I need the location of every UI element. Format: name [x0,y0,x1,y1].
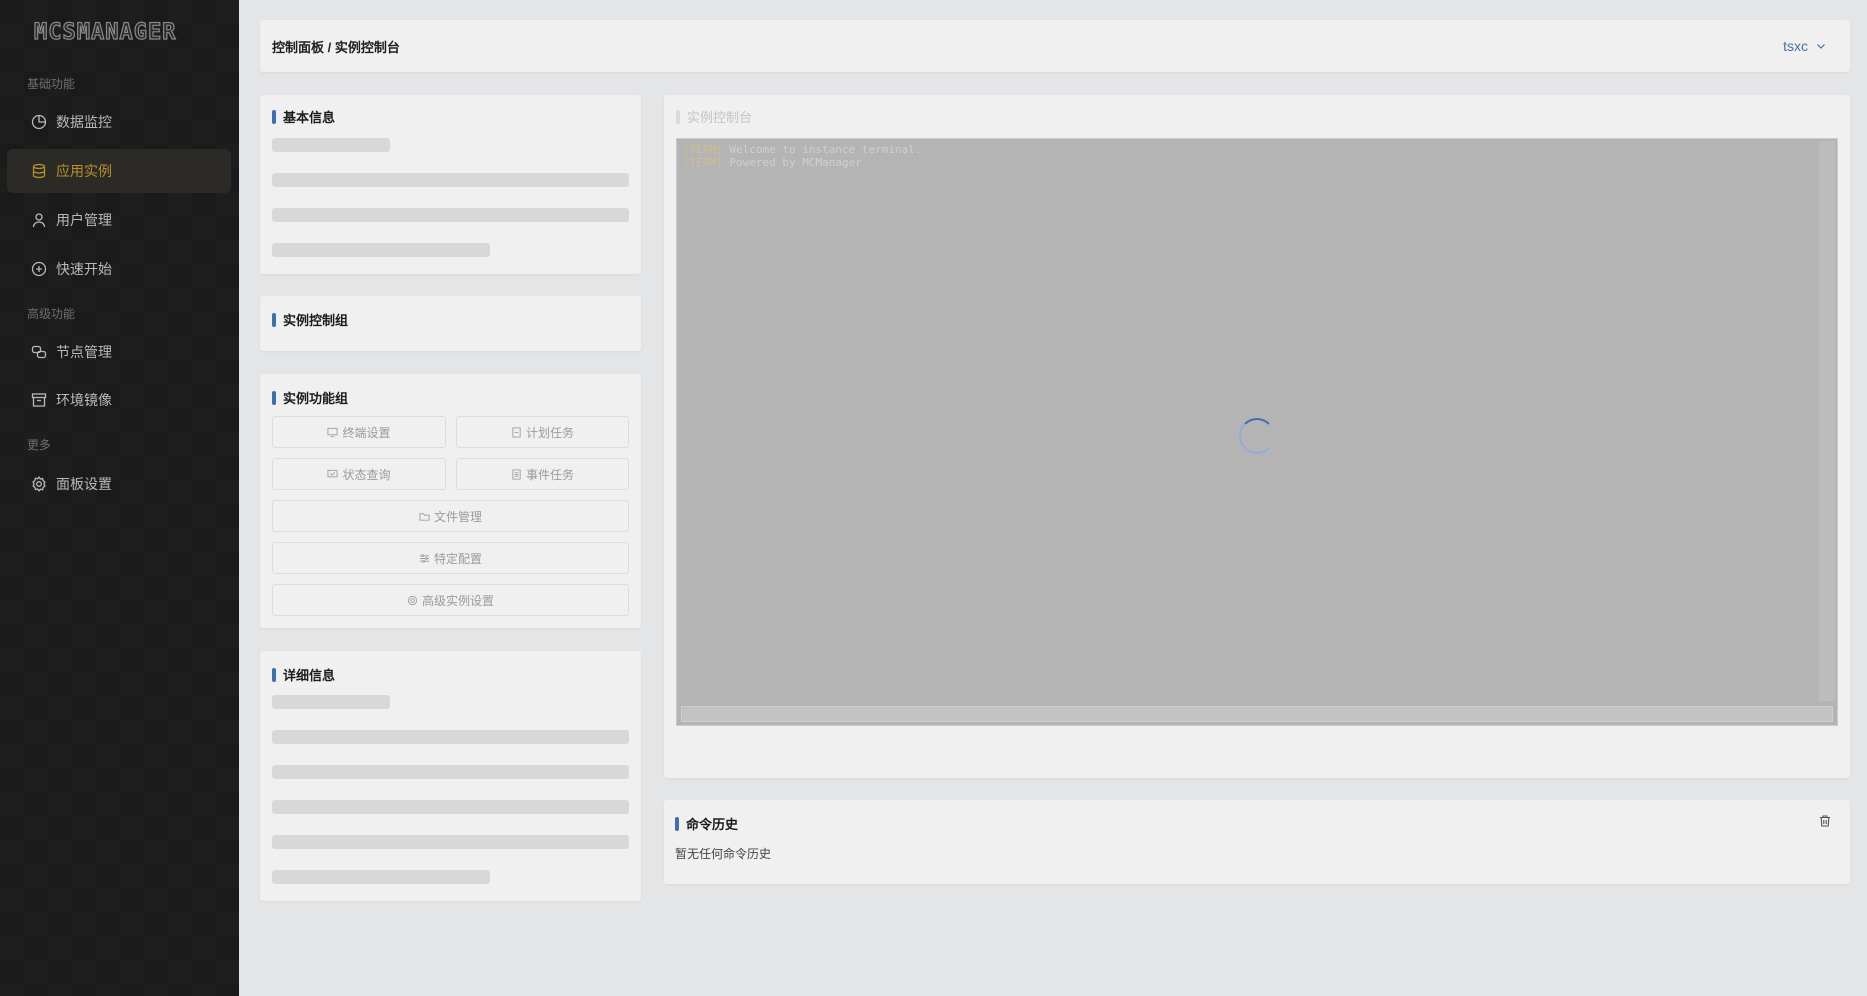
sidebar-item-env-images[interactable]: 环境镜像 [7,378,231,422]
section-title-more: 更多 [27,438,52,452]
skeleton-line [272,765,629,779]
sidebar-item-label: 应用实例 [56,163,112,179]
section-title-advanced: 高级功能 [27,307,76,321]
card-title: 命令历史 [675,814,738,833]
sidebar: MCSMANAGER 基础功能 数据监控 应用实例 用户管理 快速开始 高级功能… [0,0,239,996]
section-title-basic: 基础功能 [27,77,76,91]
sliders-icon [419,553,430,563]
skeleton-line [272,695,390,709]
advanced-settings-button[interactable]: 高级实例设置 [272,584,629,616]
chevron-down-icon [1817,44,1825,49]
status-icon [327,469,339,477]
card-title: 基本信息 [272,107,335,126]
app-logo[interactable]: MCSMANAGER [33,19,206,46]
breadcrumb: 控制面板 / 实例控制台 [272,39,400,55]
history-empty-text: 暂无任何命令历史 [675,847,772,861]
terminal-line: [TERM] Powered by MCManager [683,156,862,169]
pie-chart-icon [31,114,47,130]
card-title: 详细信息 [272,665,335,684]
terminal-scrollbar[interactable] [1819,141,1835,701]
gear-icon [31,476,47,492]
terminal-settings-button[interactable]: 终端设置 [272,416,446,448]
loading-spinner-icon [1239,418,1275,454]
sidebar-item-quick-start[interactable]: 快速开始 [7,247,231,291]
skeleton-line [272,138,390,152]
monitor-icon [327,427,339,437]
sidebar-item-label: 快速开始 [56,261,112,277]
nodes-icon [31,344,47,360]
user-menu[interactable]: tsxc [1783,38,1838,54]
sidebar-item-panel-settings[interactable]: 面板设置 [7,462,231,506]
sidebar-item-user-management[interactable]: 用户管理 [7,198,231,242]
detail-info-card: 详细信息 [260,651,641,901]
folder-icon [419,512,430,521]
control-group-card: 实例控制组 [260,296,641,351]
command-history-card: 命令历史 暂无任何命令历史 [664,800,1850,884]
basic-info-card: 基本信息 [260,95,641,274]
card-title: 实例控制组 [272,310,348,329]
skeleton-line [272,730,629,744]
specific-config-button[interactable]: 特定配置 [272,542,629,574]
skeleton-line [272,173,629,187]
event-icon [512,468,521,480]
username: tsxc [1783,38,1808,54]
skeleton-line [272,870,490,884]
scheduled-tasks-button[interactable]: 计划任务 [456,416,629,448]
sidebar-item-label: 用户管理 [56,212,112,228]
skeleton-line [272,243,490,257]
sidebar-item-node-management[interactable]: 节点管理 [7,330,231,374]
sidebar-item-label: 节点管理 [56,344,112,360]
top-header: 控制面板 / 实例控制台 tsxc [260,20,1850,72]
skeleton-line [272,208,629,222]
sidebar-item-label: 环境镜像 [56,392,112,408]
sidebar-item-label: 面板设置 [56,476,112,492]
card-title: 实例功能组 [272,388,348,407]
sidebar-item-data-monitor[interactable]: 数据监控 [7,100,231,144]
database-icon [31,163,47,179]
plus-circle-icon [31,261,47,277]
skeleton-line [272,835,629,849]
sidebar-item-label: 数据监控 [56,114,112,130]
archive-icon [31,392,47,408]
command-input[interactable] [681,706,1833,722]
card-title: 实例控制台 [676,107,752,126]
terminal-line: [TERM] Welcome to instance terminal. [683,143,922,156]
status-query-button[interactable]: 状态查询 [272,458,446,490]
function-group-card: 实例功能组 终端设置 计划任务 状态查询 事件任务 文件管理 特定配置 高级实例… [260,374,641,628]
event-tasks-button[interactable]: 事件任务 [456,458,629,490]
schedule-icon [512,426,521,438]
user-icon [31,212,47,228]
file-manager-button[interactable]: 文件管理 [272,500,629,532]
trash-icon[interactable] [1818,813,1832,832]
skeleton-line [272,800,629,814]
sidebar-item-app-instances[interactable]: 应用实例 [7,149,231,193]
gear-icon [407,595,418,605]
